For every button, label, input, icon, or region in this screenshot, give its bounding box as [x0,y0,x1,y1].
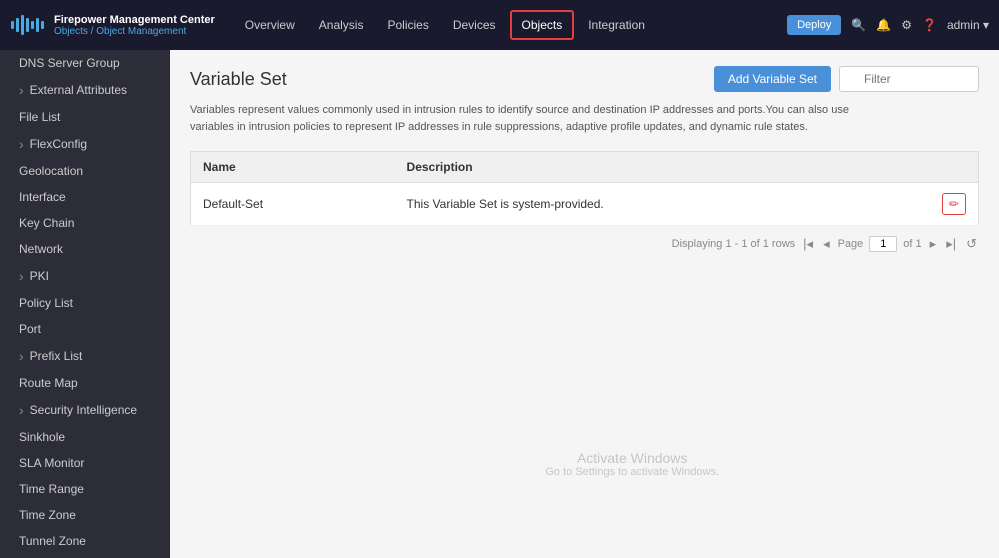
sidebar-item-dns-server-group[interactable]: DNS Server Group [0,50,170,76]
sidebar-item-prefix-list[interactable]: Prefix List [0,342,170,370]
sidebar-item-label: Network [19,242,63,256]
filter-input[interactable] [839,66,979,92]
pagination-next[interactable]: ▸ [928,236,939,252]
cisco-logo-icon [10,13,46,37]
help-icon[interactable]: ❓ [922,18,937,32]
nav-links: Overview Analysis Policies Devices Objec… [235,10,787,40]
page-title: Variable Set [190,69,287,90]
sidebar-item-label: Sinkhole [19,430,65,444]
sidebar-item-security-intelligence[interactable]: Security Intelligence [0,396,170,424]
sidebar-item-label: DNS Server Group [19,56,120,70]
row-name: Default-Set [191,183,395,226]
variable-set-table: Name Description Default-Set This Variab… [190,151,979,226]
row-description: This Variable Set is system-provided. [395,183,929,226]
description-text: Variables represent values commonly used… [190,102,870,135]
pagination-first[interactable]: |◂ [801,236,815,252]
app-breadcrumb: Objects / Object Management [54,26,215,37]
pagination-page-input[interactable] [869,236,897,252]
sidebar-item-label: FlexConfig [30,137,87,151]
sidebar-item-file-list[interactable]: File List [0,104,170,130]
sidebar-item-label: Policy List [19,296,73,310]
sidebar-item-label: Interface [19,190,66,204]
pagination-page-label: Page [838,238,864,250]
nav-devices[interactable]: Devices [443,12,506,38]
deploy-button[interactable]: Deploy [787,15,841,35]
search-icon[interactable]: 🔍 [851,18,866,32]
sidebar-item-key-chain[interactable]: Key Chain [0,210,170,236]
sidebar-item-url[interactable]: URL [0,554,170,558]
nav-right: Deploy 🔍 🔔 ⚙ ❓ admin ▾ [787,15,989,35]
col-actions [929,152,979,183]
sidebar-item-label: Tunnel Zone [19,534,86,548]
sidebar-item-port[interactable]: Port [0,316,170,342]
sidebar-item-label: SLA Monitor [19,456,84,470]
sidebar-item-sinkhole[interactable]: Sinkhole [0,424,170,450]
sidebar-item-label: Key Chain [19,216,74,230]
pagination-display: Displaying 1 - 1 of 1 rows [672,238,796,250]
col-description: Description [395,152,929,183]
table-row: Default-Set This Variable Set is system-… [191,183,979,226]
sidebar-item-label: PKI [30,269,49,283]
col-name: Name [191,152,395,183]
sidebar-item-policy-list[interactable]: Policy List [0,290,170,316]
sidebar-item-time-range[interactable]: Time Range [0,476,170,502]
sidebar-item-pki[interactable]: PKI [0,262,170,290]
activate-line1: Activate Windows [545,450,719,466]
sidebar-item-external-attributes[interactable]: External Attributes [0,76,170,104]
content-area: Variable Set Add Variable Set 🔍 Variable… [170,50,999,558]
sidebar-item-sla-monitor[interactable]: SLA Monitor [0,450,170,476]
settings-icon[interactable]: ⚙ [901,18,912,32]
main-layout: DNS Server Group External Attributes Fil… [0,50,999,558]
sidebar-item-label: Time Range [19,482,84,496]
activate-windows-watermark: Activate Windows Go to Settings to activ… [545,450,719,478]
sidebar-item-label: Port [19,322,41,336]
sidebar-item-geolocation[interactable]: Geolocation [0,158,170,184]
sidebar-item-time-zone[interactable]: Time Zone [0,502,170,528]
app-title-main: Firepower Management Center [54,14,215,26]
sidebar-item-route-map[interactable]: Route Map [0,370,170,396]
logo-area: Firepower Management Center Objects / Ob… [10,13,215,37]
nav-overview[interactable]: Overview [235,12,305,38]
top-nav: Firepower Management Center Objects / Ob… [0,0,999,50]
sidebar-item-interface[interactable]: Interface [0,184,170,210]
notifications-icon[interactable]: 🔔 [876,18,891,32]
sidebar-item-flexconfig[interactable]: FlexConfig [0,130,170,158]
admin-menu[interactable]: admin ▾ [947,18,989,32]
app-title: Firepower Management Center Objects / Ob… [54,14,215,37]
pagination-refresh[interactable]: ↺ [964,236,979,252]
filter-wrapper: 🔍 [839,66,979,92]
header-actions: Add Variable Set 🔍 [714,66,979,92]
sidebar-item-network[interactable]: Network [0,236,170,262]
row-actions: ✏ [929,183,979,226]
pagination-prev[interactable]: ◂ [821,236,832,252]
sidebar-item-label: Time Zone [19,508,76,522]
sidebar-item-label: File List [19,110,60,124]
pagination: Displaying 1 - 1 of 1 rows |◂ ◂ Page of … [190,226,979,256]
nav-objects[interactable]: Objects [510,10,575,40]
table-header-row: Name Description [191,152,979,183]
sidebar-item-label: Route Map [19,376,78,390]
sidebar-item-label: Security Intelligence [30,403,137,417]
sidebar-item-label: Prefix List [30,349,83,363]
sidebar: DNS Server Group External Attributes Fil… [0,50,170,558]
content-header: Variable Set Add Variable Set 🔍 [190,66,979,92]
pagination-of-label: of 1 [903,238,921,250]
activate-line2: Go to Settings to activate Windows. [545,466,719,478]
sidebar-item-label: External Attributes [30,83,127,97]
nav-policies[interactable]: Policies [377,12,438,38]
pagination-last[interactable]: ▸| [944,236,958,252]
sidebar-item-label: Geolocation [19,164,83,178]
edit-button[interactable]: ✏ [942,193,966,215]
sidebar-item-tunnel-zone[interactable]: Tunnel Zone [0,528,170,554]
nav-integration[interactable]: Integration [578,12,655,38]
add-variable-set-button[interactable]: Add Variable Set [714,66,831,92]
nav-analysis[interactable]: Analysis [309,12,374,38]
